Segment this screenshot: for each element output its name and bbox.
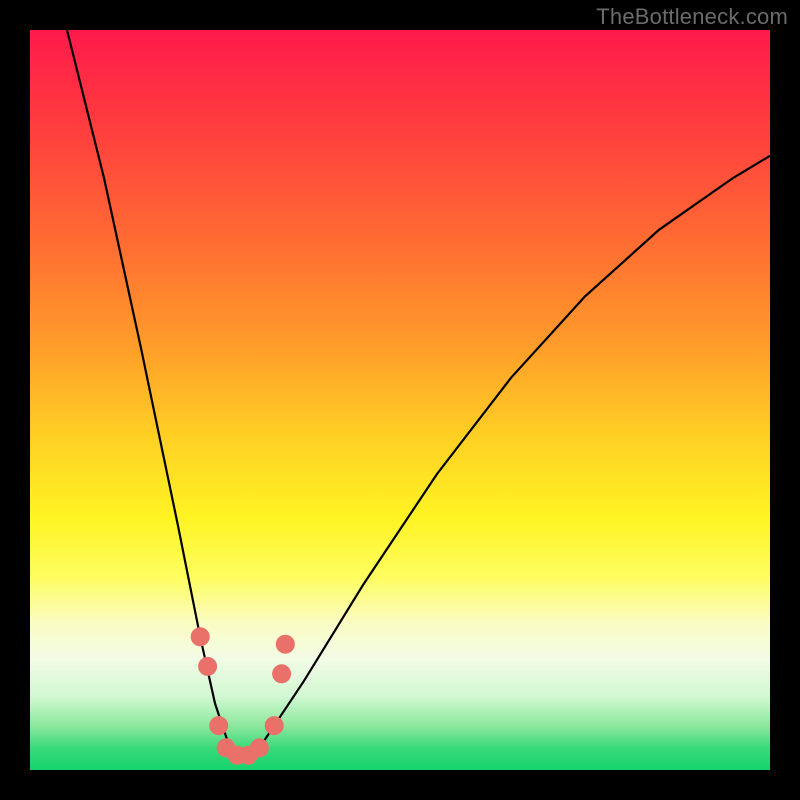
bottleneck-curve bbox=[67, 30, 770, 755]
curve-marker bbox=[276, 635, 294, 653]
curve-marker bbox=[199, 657, 217, 675]
curve-marker bbox=[265, 717, 283, 735]
plot-area bbox=[30, 30, 770, 770]
curve-marker bbox=[210, 717, 228, 735]
curve-marker bbox=[250, 739, 268, 757]
chart-frame: TheBottleneck.com bbox=[0, 0, 800, 800]
watermark-text: TheBottleneck.com bbox=[596, 4, 788, 30]
marker-group bbox=[191, 628, 294, 764]
curve-marker bbox=[273, 665, 291, 683]
curve-marker bbox=[191, 628, 209, 646]
curve-svg bbox=[30, 30, 770, 770]
